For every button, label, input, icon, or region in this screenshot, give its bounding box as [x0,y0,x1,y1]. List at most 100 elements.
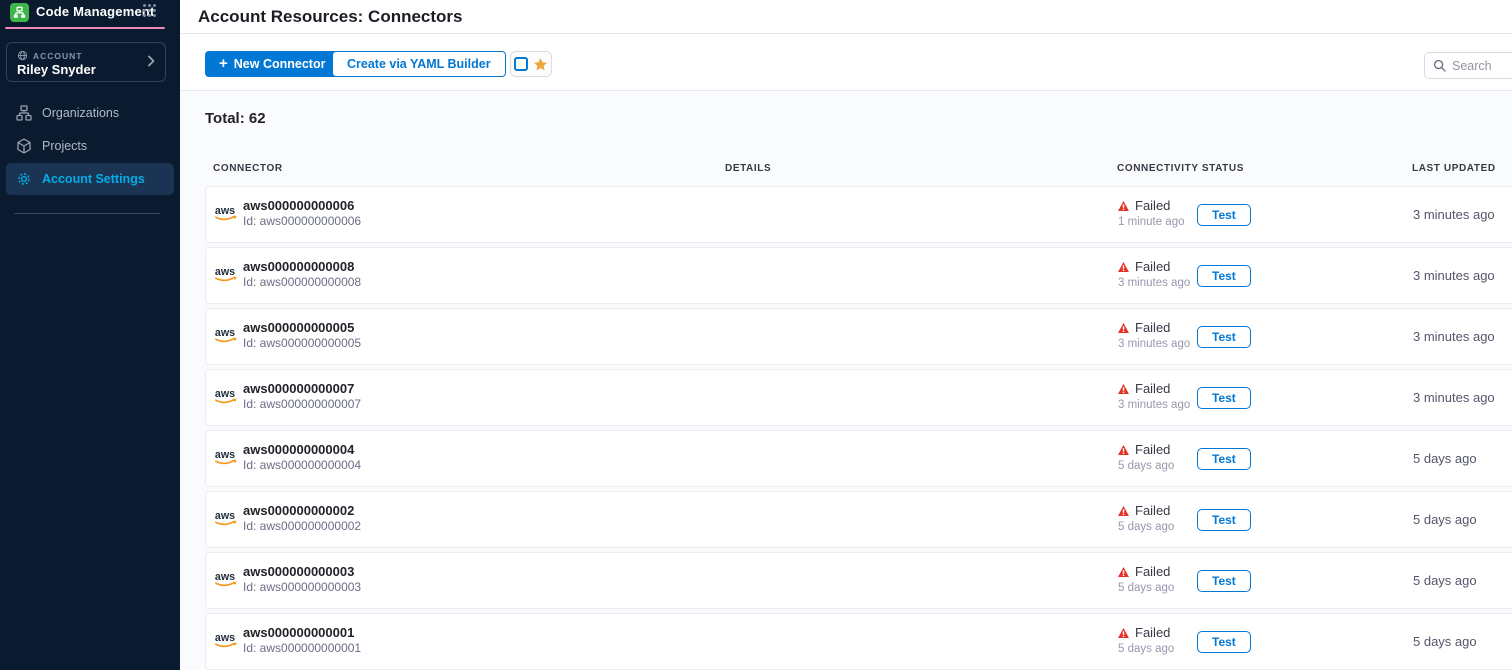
table-row[interactable]: aws aws000000000002 Id: aws000000000002 [205,491,1512,548]
table-column-headers: CONNECTOR DETAILS CONNECTIVITY STATUS LA… [180,163,1512,175]
aws-logo-icon: aws [214,386,240,408]
status-text: Failed [1135,625,1170,640]
test-button[interactable]: Test [1197,387,1251,409]
table-row[interactable]: aws aws000000000005 Id: aws000000000005 [205,308,1512,365]
status-time: 5 days ago [1118,521,1174,533]
search-input[interactable] [1452,59,1512,73]
test-button[interactable]: Test [1197,204,1251,226]
plus-icon: + [219,56,228,71]
new-connector-label: New Connector [234,57,326,71]
account-name: Riley Snyder [17,62,96,77]
aws-logo-icon: aws [214,508,240,530]
toolbar: + New Connector Create via YAML Builder [180,34,1512,91]
warning-triangle-icon [1118,567,1129,577]
test-button[interactable]: Test [1197,265,1251,287]
module-title: Code Management [36,4,155,19]
warning-triangle-icon [1118,628,1129,638]
org-chart-icon [16,105,32,121]
connectors-list-panel: Total: 62 CONNECTOR DETAILS CONNECTIVITY… [180,91,1512,670]
favorites-checkbox[interactable] [514,57,528,71]
table-row[interactable]: aws aws000000000006 Id: aws000000000006 [205,186,1512,243]
column-header-details: DETAILS [725,163,771,174]
connectivity-status-cell: Failed 5 days ago [1118,625,1174,655]
status-text: Failed [1135,259,1170,274]
star-icon[interactable] [533,57,548,72]
page-title: Account Resources: Connectors [198,7,463,27]
create-via-yaml-builder-button[interactable]: Create via YAML Builder [332,51,506,77]
connectivity-status-cell: Failed 5 days ago [1118,442,1174,472]
connectivity-status-cell: Failed 3 minutes ago [1118,320,1190,350]
last-updated: 5 days ago [1413,573,1477,588]
globe-icon [17,50,28,61]
connectivity-status-cell: Failed 3 minutes ago [1118,259,1190,289]
account-selector[interactable]: ACCOUNT Riley Snyder [6,42,166,82]
status-time: 5 days ago [1118,643,1174,655]
column-header-connectivity-status: CONNECTIVITY STATUS [1117,163,1244,174]
svg-text:aws: aws [215,327,235,339]
connector-id: Id: aws000000000001 [243,641,361,655]
table-row[interactable]: aws aws000000000007 Id: aws000000000007 [205,369,1512,426]
test-button[interactable]: Test [1197,570,1251,592]
connectivity-status-cell: Failed 5 days ago [1118,564,1174,594]
account-label: ACCOUNT [33,51,83,61]
sidebar-item-projects[interactable]: Projects [6,130,174,162]
page-title-bar: Account Resources: Connectors [180,0,1512,34]
test-button[interactable]: Test [1197,326,1251,348]
table-row[interactable]: aws aws000000000001 Id: aws000000000001 [205,613,1512,670]
last-updated: 3 minutes ago [1413,207,1495,222]
status-text: Failed [1135,320,1170,335]
svg-text:aws: aws [215,510,235,522]
favorites-filter-group [510,51,552,77]
connectivity-status-cell: Failed 1 minute ago [1118,198,1185,228]
status-time: 5 days ago [1118,460,1174,472]
sidebar-item-label: Account Settings [42,172,145,186]
code-management-logo-icon[interactable] [10,3,29,22]
connector-name: aws000000000002 [243,503,354,518]
status-time: 3 minutes ago [1118,277,1190,289]
test-button[interactable]: Test [1197,509,1251,531]
sidebar-item-organizations[interactable]: Organizations [6,97,174,129]
last-updated: 3 minutes ago [1413,390,1495,405]
aws-logo-icon: aws [214,630,240,652]
warning-triangle-icon [1118,323,1129,333]
connector-name: aws000000000007 [243,381,354,396]
status-text: Failed [1135,381,1170,396]
aws-logo-icon: aws [214,203,240,225]
status-time: 1 minute ago [1118,216,1185,228]
svg-text:aws: aws [215,205,235,217]
table-row[interactable]: aws aws000000000008 Id: aws000000000008 [205,247,1512,304]
cube-icon [16,138,32,154]
warning-triangle-icon [1118,384,1129,394]
new-connector-button[interactable]: + New Connector [205,51,339,77]
test-button[interactable]: Test [1197,631,1251,653]
column-header-last-updated: LAST UPDATED [1412,163,1496,174]
connector-id: Id: aws000000000007 [243,397,361,411]
connectivity-status-cell: Failed 3 minutes ago [1118,381,1190,411]
table-row[interactable]: aws aws000000000004 Id: aws000000000004 [205,430,1512,487]
connector-name: aws000000000001 [243,625,354,640]
module-switcher-grid-icon[interactable] [143,4,156,17]
status-text: Failed [1135,442,1170,457]
connector-id: Id: aws000000000003 [243,580,361,594]
connector-id: Id: aws000000000008 [243,275,361,289]
search-icon [1433,59,1446,72]
warning-triangle-icon [1118,445,1129,455]
connector-name: aws000000000003 [243,564,354,579]
column-header-connector: CONNECTOR [213,163,283,174]
sidebar-accent-divider [5,27,165,29]
last-updated: 5 days ago [1413,451,1477,466]
connectivity-status-cell: Failed 5 days ago [1118,503,1174,533]
flowchart-glyph [13,6,26,19]
last-updated: 5 days ago [1413,634,1477,649]
connector-name: aws000000000004 [243,442,354,457]
warning-triangle-icon [1118,201,1129,211]
status-text: Failed [1135,503,1170,518]
search-box [1424,52,1512,79]
status-time: 3 minutes ago [1118,338,1190,350]
gear-icon [16,171,32,187]
aws-logo-icon: aws [214,325,240,347]
sidebar-item-account-settings[interactable]: Account Settings [6,163,174,195]
warning-triangle-icon [1118,262,1129,272]
table-row[interactable]: aws aws000000000003 Id: aws000000000003 [205,552,1512,609]
test-button[interactable]: Test [1197,448,1251,470]
